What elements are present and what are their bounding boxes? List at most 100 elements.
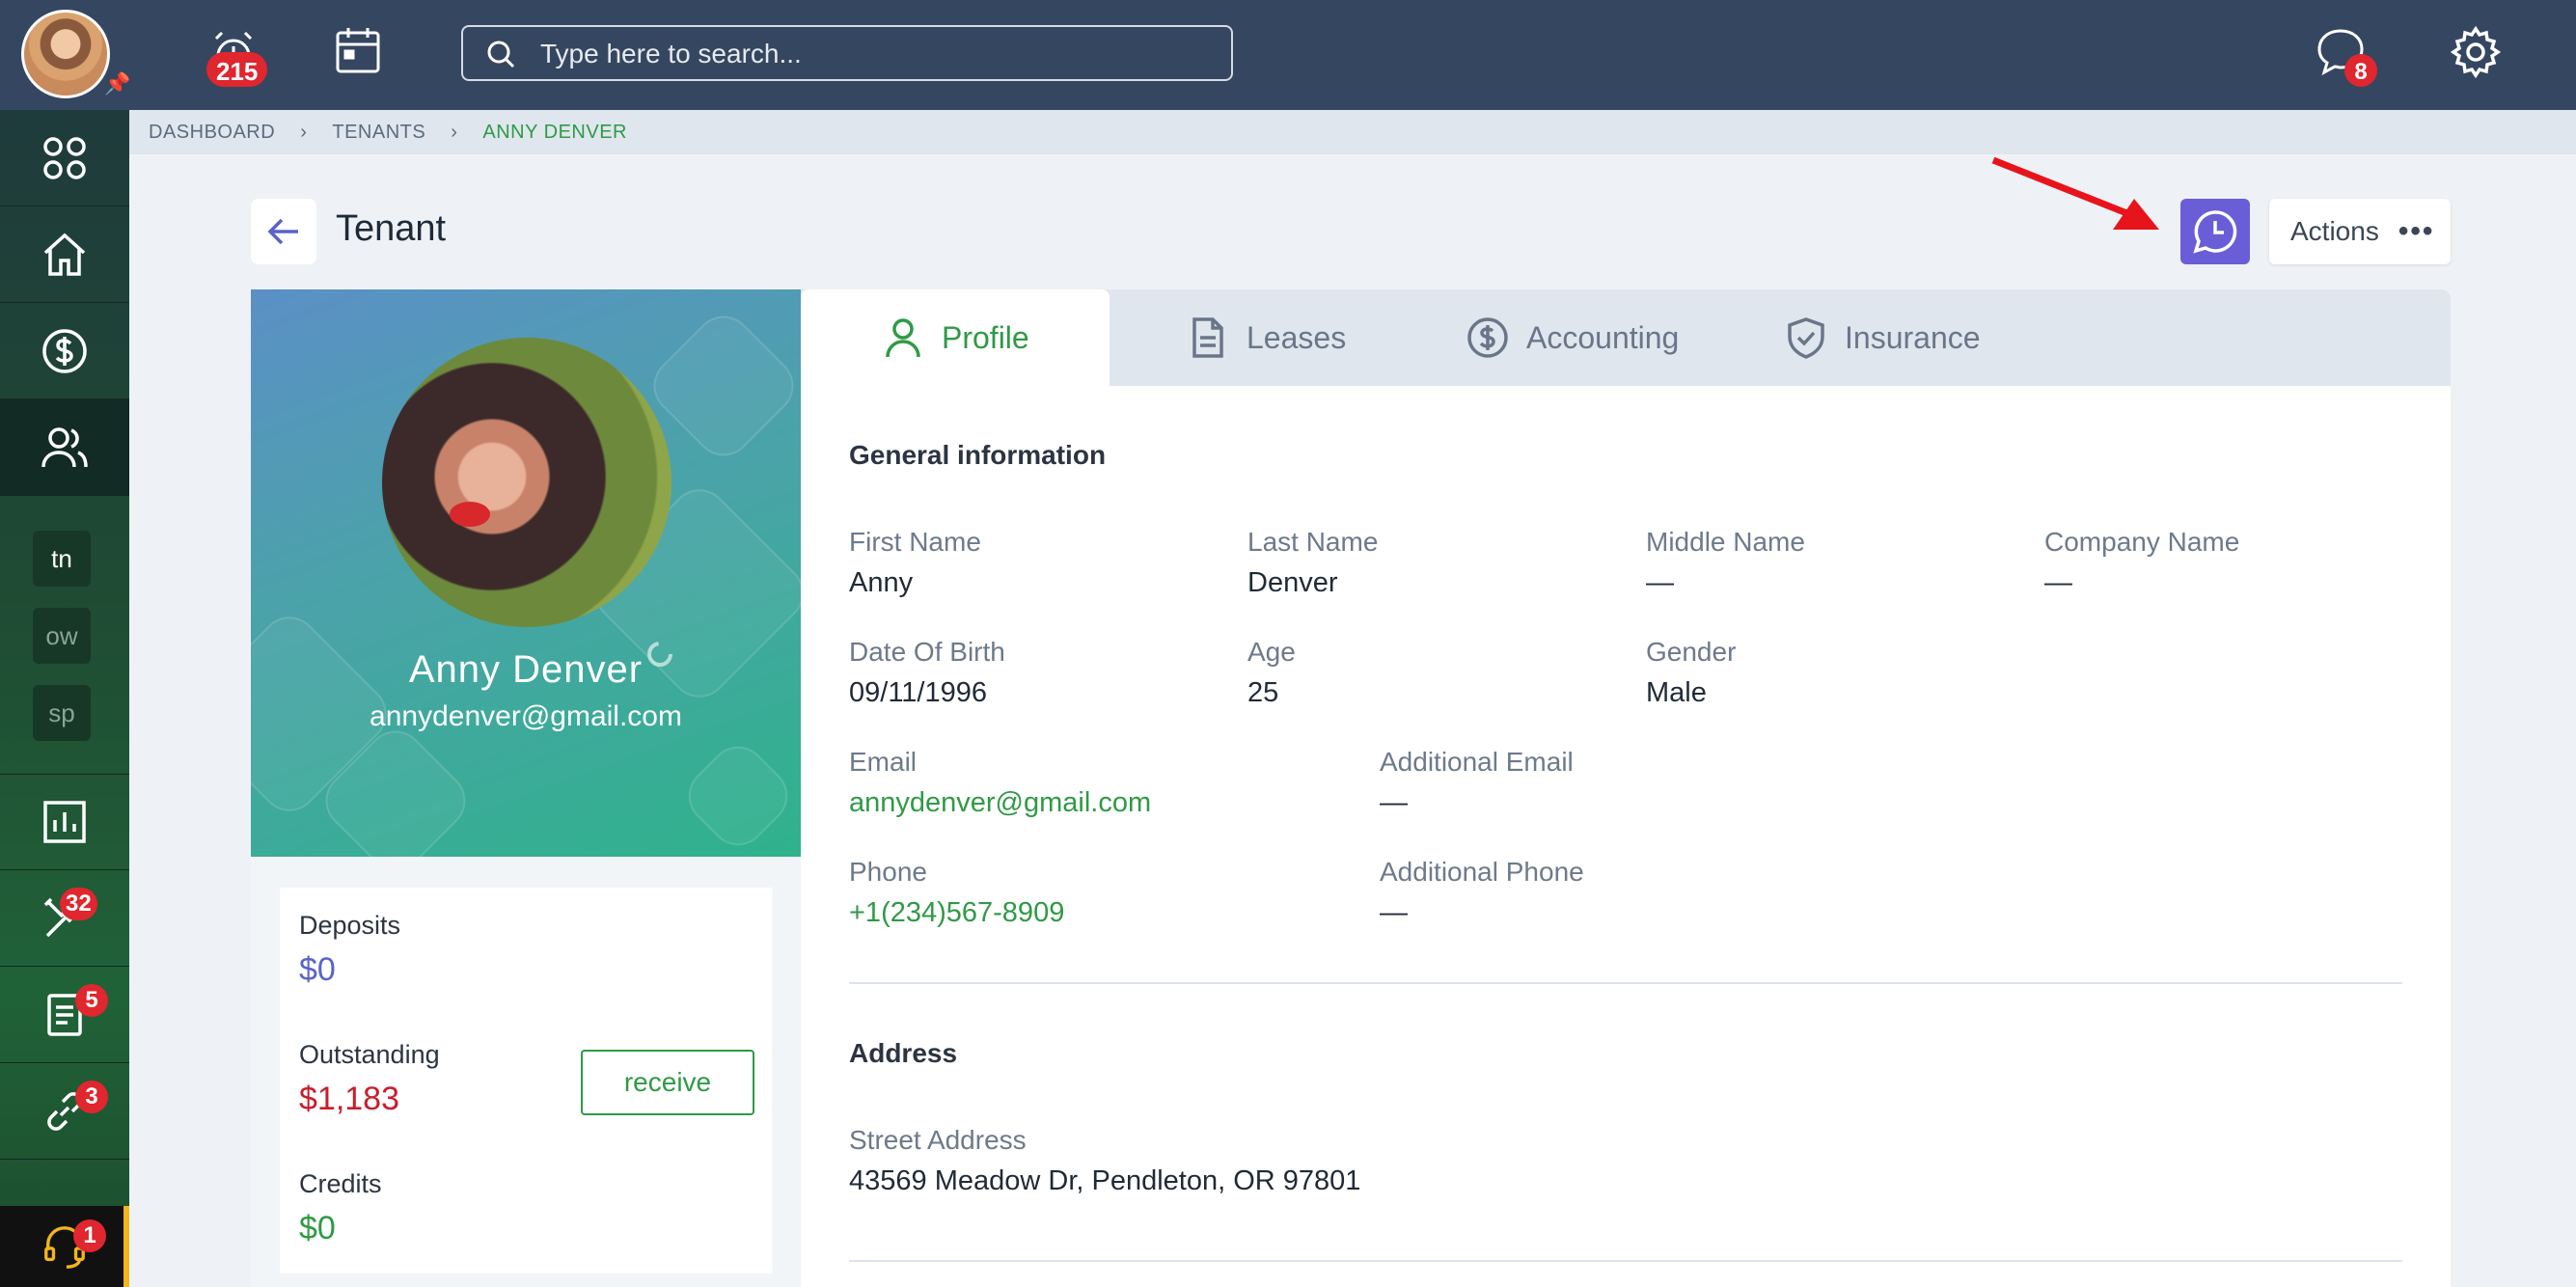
sidebar-item-home[interactable] [0, 206, 129, 303]
section-divider [849, 982, 2402, 984]
last-name-value: Denver [1247, 567, 1338, 598]
tab-leases-label: Leases [1247, 319, 1347, 355]
breadcrumb-tenants[interactable]: TENANTS [332, 122, 425, 144]
sidebar-item-apps[interactable] [0, 110, 129, 206]
tab-profile[interactable]: Profile [801, 289, 1110, 386]
sidebar-code-tn[interactable]: tn [33, 531, 91, 587]
outstanding-label: Outstanding [299, 1040, 440, 1069]
phone-link[interactable]: +1(234)567-8909 [849, 897, 1064, 929]
actions-button[interactable]: Actions ••• [2269, 199, 2451, 264]
credits-label: Credits [299, 1169, 382, 1198]
address-title: Address [849, 1038, 958, 1068]
deposits-value: $0 [299, 951, 336, 988]
tab-insurance[interactable]: Insurance [1785, 289, 1981, 386]
sidebar-code-sp[interactable]: sp [33, 685, 91, 741]
gender-value: Male [1646, 677, 1707, 708]
tab-insurance-label: Insurance [1845, 319, 1981, 355]
tab-profile-label: Profile [942, 319, 1029, 355]
finance-card: Deposits $0 Outstanding $1,183 receive C… [280, 888, 772, 1273]
page-title: Tenant [336, 208, 447, 249]
receive-button[interactable]: receive [581, 1050, 754, 1115]
deposits-label: Deposits [299, 911, 401, 940]
street-address-value: 43569 Meadow Dr, Pendleton, OR 97801 [849, 1165, 1361, 1196]
email-label: Email [849, 747, 918, 777]
finance-panel: Deposits $0 Outstanding $1,183 receive C… [251, 857, 801, 1287]
bar-chart-icon [43, 801, 86, 843]
actions-label: Actions [2290, 216, 2379, 246]
tab-bar: Profile Leases Accounting Insurance [801, 289, 2451, 386]
gear-icon[interactable] [2449, 25, 2503, 79]
email-link[interactable]: annydenver@gmail.com [849, 787, 1151, 819]
section-divider [849, 1260, 2402, 1262]
sidebar-item-tenants[interactable] [0, 399, 129, 496]
grid-icon [43, 136, 86, 179]
first-name-label: First Name [849, 527, 981, 557]
additional-phone-value: — [1380, 897, 1408, 928]
middle-name-label: Middle Name [1646, 527, 1805, 557]
sidebar: tn ow sp 32 5 3 1 [0, 110, 129, 1287]
support-badge: 1 [73, 1219, 106, 1252]
sidebar-item-reports[interactable] [0, 774, 129, 870]
file-text-icon [1192, 317, 1223, 358]
pin-icon[interactable]: 📌 [104, 71, 130, 96]
arrow-left-icon [267, 218, 298, 245]
middle-name-value: — [1646, 567, 1674, 598]
additional-email-label: Additional Email [1380, 747, 1574, 777]
company-name-label: Company Name [2044, 527, 2240, 557]
home-icon [43, 233, 86, 276]
user-avatar[interactable] [21, 10, 110, 98]
search-icon [487, 41, 515, 68]
breadcrumb-current: ANNY DENVER [482, 121, 628, 143]
red-arrow-annotation [1991, 156, 2159, 230]
sidebar-item-documents[interactable] [0, 967, 129, 1063]
card-pattern [676, 734, 800, 857]
additional-phone-label: Additional Phone [1380, 857, 1584, 887]
sidebar-item-maintenance[interactable] [0, 870, 129, 967]
sidebar-code-ow[interactable]: ow [33, 608, 91, 664]
documents-badge: 5 [75, 984, 108, 1017]
breadcrumb: DASHBOARD › TENANTS › ANNY DENVER [129, 110, 2576, 154]
tab-accounting-label: Accounting [1526, 319, 1680, 355]
calendar-icon[interactable] [334, 25, 382, 75]
gender-label: Gender [1646, 637, 1737, 667]
company-name-value: — [2044, 567, 2072, 598]
sidebar-item-support[interactable] [0, 1206, 129, 1287]
more-dots-icon: ••• [2398, 215, 2435, 247]
sidebar-item-links[interactable] [0, 1063, 129, 1160]
breadcrumb-dashboard[interactable]: DASHBOARD [149, 122, 275, 144]
general-info-title: General information [849, 440, 1107, 470]
tenant-photo [382, 338, 671, 627]
dob-label: Date Of Birth [849, 637, 1005, 667]
tenant-email: annydenver@gmail.com [370, 700, 682, 732]
street-address-label: Street Address [849, 1125, 1027, 1155]
profile-card: Anny Denver annydenver@gmail.com [251, 289, 801, 857]
age-label: Age [1247, 637, 1296, 667]
chevron-right-icon: › [451, 121, 458, 143]
dollar-circle-icon [1467, 317, 1508, 358]
sidebar-item-payments[interactable] [0, 303, 129, 399]
chat-badge: 8 [2344, 54, 2377, 87]
dob-value: 09/11/1996 [849, 677, 987, 708]
links-badge: 3 [75, 1081, 108, 1113]
age-value: 25 [1247, 677, 1279, 708]
credits-value: $0 [299, 1210, 336, 1246]
users-icon [41, 426, 88, 467]
back-button[interactable] [251, 199, 316, 264]
phone-label: Phone [849, 857, 927, 887]
maintenance-badge: 32 [60, 888, 97, 920]
additional-email-value: — [1380, 787, 1408, 818]
tab-accounting[interactable]: Accounting [1466, 289, 1679, 386]
alarm-badge: 215 [206, 52, 268, 87]
shield-check-icon [1788, 317, 1824, 359]
last-name-label: Last Name [1247, 527, 1379, 557]
user-icon [886, 318, 920, 358]
search-input[interactable] [540, 35, 1216, 73]
search-box [461, 25, 1233, 81]
dollar-circle-icon [42, 328, 87, 373]
tenant-name: Anny Denver [408, 648, 644, 691]
history-button[interactable] [2180, 199, 2250, 264]
first-name-value: Anny [849, 567, 914, 598]
top-bar: 📌 215 8 [0, 0, 2576, 110]
tab-leases[interactable]: Leases [1187, 289, 1346, 386]
outstanding-value: $1,183 [299, 1081, 399, 1117]
